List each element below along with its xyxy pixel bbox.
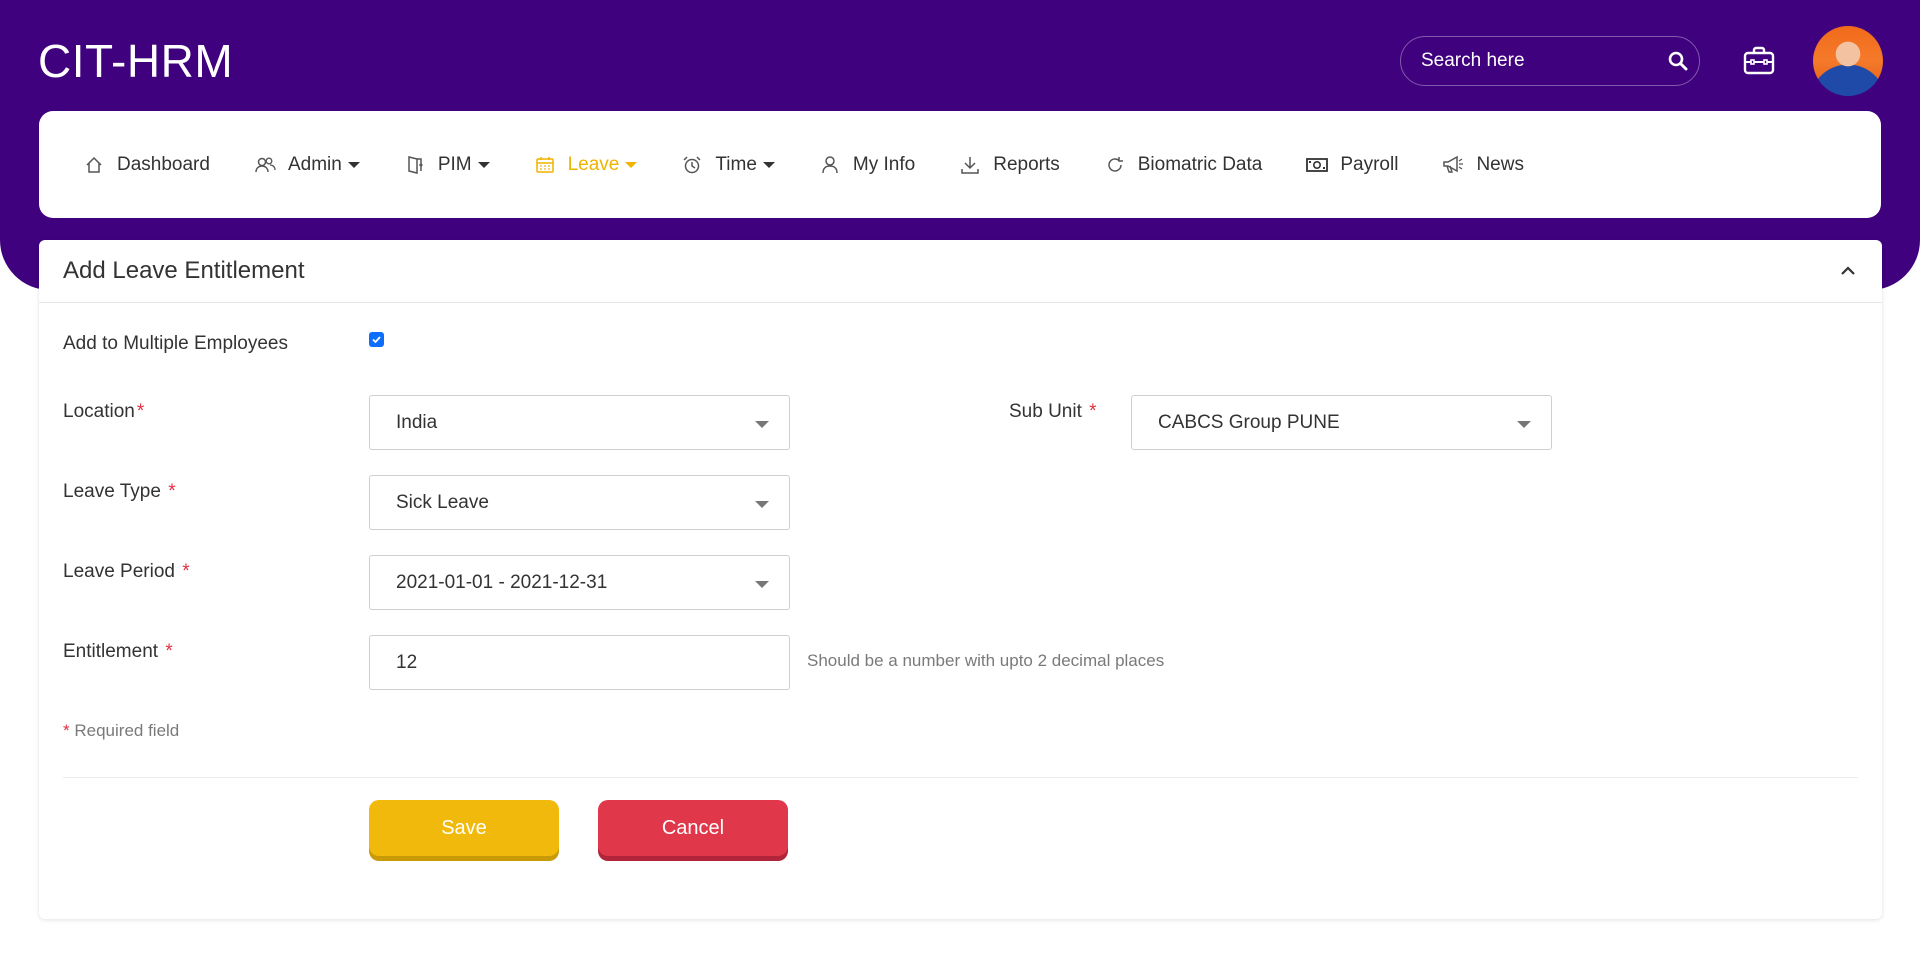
money-icon (1306, 154, 1329, 176)
entitlement-label: Entitlement * (63, 641, 173, 663)
nav-label: Biomatric Data (1137, 153, 1263, 175)
nav-item-news[interactable]: News (1442, 154, 1524, 176)
briefcase-icon[interactable] (1742, 44, 1776, 78)
avatar[interactable] (1813, 26, 1883, 96)
user-icon (819, 154, 841, 176)
nav-item-my-info[interactable]: My Info (819, 154, 915, 176)
dropdown-arrow-icon (755, 581, 769, 588)
nav-item-admin[interactable]: Admin (254, 154, 360, 176)
users-icon (254, 154, 276, 176)
divider (63, 777, 1858, 778)
megaphone-icon (1442, 154, 1464, 176)
required-star: * (1089, 401, 1097, 422)
nav-label: Payroll (1340, 153, 1399, 175)
card-title: Add Leave Entitlement (63, 257, 305, 284)
dropdown-arrow-icon (755, 421, 769, 428)
chevron-down-icon (625, 161, 638, 168)
nav-label: News (1476, 153, 1524, 175)
search-box[interactable] (1400, 36, 1700, 86)
nav-label: My Info (852, 153, 916, 175)
card-header: Add Leave Entitlement (39, 240, 1882, 303)
entitlement-input[interactable] (369, 635, 790, 690)
location-value: India (396, 411, 438, 433)
leave-period-select[interactable]: 2021-01-01 - 2021-12-31 (369, 555, 790, 610)
app-title: CIT-HRM (38, 35, 234, 87)
main-navbar: Dashboard Admin PIM Leave Time My Info R… (39, 111, 1881, 218)
nav-label: Reports (993, 153, 1060, 175)
nav-item-reports[interactable]: Reports (959, 154, 1060, 176)
nav-label: PIM (437, 153, 472, 175)
chevron-down-icon (347, 161, 360, 168)
home-icon (83, 154, 105, 176)
location-select[interactable]: India (369, 395, 790, 450)
sub-unit-label: Sub Unit * (1009, 401, 1097, 423)
nav-item-dashboard[interactable]: Dashboard (83, 154, 210, 176)
nav-label: Admin (287, 153, 342, 175)
entitlement-hint: Should be a number with upto 2 decimal p… (807, 651, 1165, 670)
nav-item-leave[interactable]: Leave (534, 154, 638, 176)
leave-period-label-text: Leave Period (63, 561, 175, 582)
required-note-text: Required field (74, 721, 180, 740)
nav-item-biomatric-data[interactable]: Biomatric Data (1104, 153, 1263, 176)
required-field-note: * Required field (63, 721, 179, 741)
leave-type-value: Sick Leave (396, 491, 489, 513)
add-leave-entitlement-card: Add Leave Entitlement Add to Multiple Em… (39, 240, 1882, 919)
sub-unit-value: CABCS Group PUNE (1158, 411, 1340, 433)
nav-label: Time (715, 153, 757, 175)
nav-item-time[interactable]: Time (681, 154, 775, 176)
search-input[interactable] (1419, 49, 1668, 73)
save-button[interactable]: Save (369, 800, 559, 856)
nav-item-payroll[interactable]: Payroll (1306, 154, 1398, 176)
door-icon (404, 154, 426, 176)
leave-type-label-text: Leave Type (63, 481, 161, 502)
required-star: * (165, 641, 173, 662)
chevron-up-icon[interactable] (1838, 261, 1858, 281)
download-icon (959, 154, 981, 176)
multiple-employees-checkbox[interactable] (369, 332, 384, 347)
entitlement-label-text: Entitlement (63, 641, 159, 662)
leave-type-label: Leave Type * (63, 481, 176, 503)
multiple-employees-label: Add to Multiple Employees (63, 333, 288, 354)
search-icon[interactable] (1668, 50, 1688, 72)
calendar-icon (534, 154, 556, 176)
sub-unit-label-text: Sub Unit (1009, 401, 1082, 422)
alarm-clock-icon (681, 154, 703, 176)
nav-item-pim[interactable]: PIM (404, 154, 490, 176)
leave-period-label: Leave Period * (63, 561, 190, 583)
required-star: * (182, 561, 190, 582)
location-label-text: Location (63, 401, 135, 422)
required-star: * (63, 721, 70, 740)
cancel-button[interactable]: Cancel (598, 800, 788, 856)
dropdown-arrow-icon (1517, 421, 1531, 428)
required-star: * (136, 401, 145, 422)
dropdown-arrow-icon (755, 501, 769, 508)
required-star: * (168, 481, 176, 502)
chevron-down-icon (762, 161, 775, 168)
leave-type-select[interactable]: Sick Leave (369, 475, 790, 530)
nav-label: Dashboard (117, 153, 210, 175)
chevron-down-icon (477, 161, 490, 168)
leave-period-value: 2021-01-01 - 2021-12-31 (396, 571, 608, 593)
refresh-icon (1104, 154, 1126, 176)
location-label: Location * (63, 401, 144, 423)
nav-label: Leave (567, 153, 620, 175)
sub-unit-select[interactable]: CABCS Group PUNE (1131, 395, 1552, 450)
